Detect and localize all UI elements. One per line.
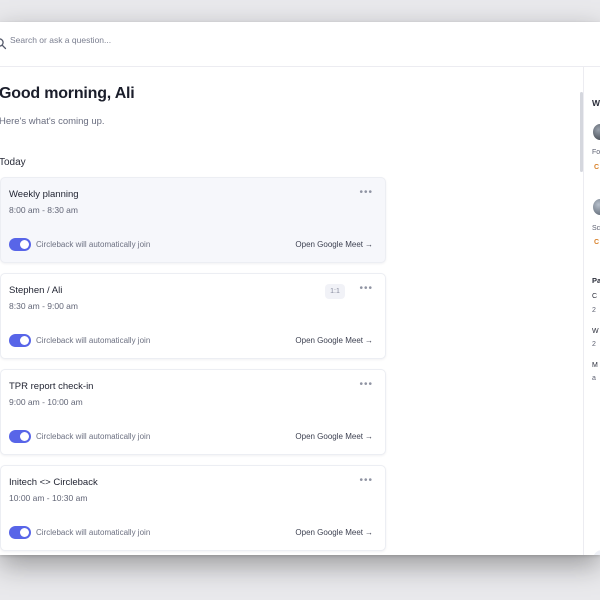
open-google-meet-link[interactable]: Open Google Meet →	[295, 528, 373, 537]
open-google-meet-link[interactable]: Open Google Meet →	[295, 432, 373, 441]
auto-join-label: Circleback will automatically join	[36, 528, 151, 537]
meeting-card[interactable]: Weekly planning 8:00 am - 8:30 am ••• Ci…	[0, 177, 386, 263]
more-options-icon[interactable]: •••	[359, 379, 373, 390]
past-meeting-title[interactable]: C	[592, 293, 597, 300]
open-google-meet-link[interactable]: Open Google Meet →	[295, 240, 373, 249]
avatar	[593, 199, 600, 215]
auto-join-label: Circleback will automatically join	[36, 432, 151, 441]
arrow-right-icon: →	[365, 336, 373, 345]
auto-join-toggle[interactable]	[9, 334, 31, 347]
auto-join-label: Circleback will automatically join	[36, 240, 151, 249]
right-panel: W Fo C Sc C Pa C 2 W 2 M a	[584, 67, 600, 555]
recap-item-tag: C	[594, 239, 600, 246]
more-options-icon[interactable]: •••	[359, 187, 373, 198]
toggle-knob	[20, 336, 29, 345]
meeting-title: Weekly planning	[9, 189, 79, 200]
past-meeting-title[interactable]: W	[592, 328, 599, 335]
page-title: Good morning, Ali	[0, 85, 135, 102]
meeting-title: Initech <> Circleback	[9, 477, 98, 488]
toggle-knob	[20, 240, 29, 249]
chat-button[interactable]	[593, 550, 600, 555]
right-panel-heading: W	[592, 98, 600, 108]
meeting-time: 9:00 am - 10:00 am	[9, 397, 83, 407]
meeting-title: Stephen / Ali	[9, 285, 63, 296]
arrow-right-icon: →	[365, 528, 373, 537]
past-meeting-sub: a	[592, 375, 596, 382]
page-subtitle: Here's what's coming up.	[0, 116, 105, 127]
meet-link-label: Open Google Meet	[295, 240, 363, 249]
meet-link-label: Open Google Meet	[295, 432, 363, 441]
auto-join-toggle[interactable]	[9, 526, 31, 539]
auto-join-toggle[interactable]	[9, 238, 31, 251]
section-heading-today: Today	[0, 157, 26, 168]
right-panel-section-heading: Pa	[592, 276, 600, 285]
more-options-icon[interactable]: •••	[359, 283, 373, 294]
meet-link-label: Open Google Meet	[295, 528, 363, 537]
toggle-knob	[20, 528, 29, 537]
search-input[interactable]	[10, 35, 310, 45]
recap-item-title[interactable]: Fo	[592, 149, 600, 156]
one-on-one-badge: 1:1	[325, 284, 345, 299]
meeting-title: TPR report check-in	[9, 381, 94, 392]
recap-item-tag: C	[594, 164, 600, 171]
toggle-knob	[20, 432, 29, 441]
past-meeting-title[interactable]: M	[592, 362, 598, 369]
auto-join-toggle[interactable]	[9, 430, 31, 443]
meeting-time: 8:00 am - 8:30 am	[9, 205, 78, 215]
meeting-card[interactable]: Initech <> Circleback 10:00 am - 10:30 a…	[0, 465, 386, 551]
arrow-right-icon: →	[365, 432, 373, 441]
more-options-icon[interactable]: •••	[359, 475, 373, 486]
open-google-meet-link[interactable]: Open Google Meet →	[295, 336, 373, 345]
meeting-time: 8:30 am - 9:00 am	[9, 301, 78, 311]
search-bar[interactable]	[0, 22, 600, 67]
meeting-card[interactable]: Stephen / Ali 8:30 am - 9:00 am 1:1 ••• …	[0, 273, 386, 359]
past-meeting-sub: 2	[592, 341, 596, 348]
past-meeting-sub: 2	[592, 307, 596, 314]
auto-join-label: Circleback will automatically join	[36, 336, 151, 345]
avatar	[593, 124, 600, 140]
arrow-right-icon: →	[365, 240, 373, 249]
meeting-card[interactable]: TPR report check-in 9:00 am - 10:00 am •…	[0, 369, 386, 455]
main-content: Good morning, Ali Here's what's coming u…	[0, 67, 583, 555]
recap-item-title[interactable]: Sc	[592, 225, 600, 232]
meeting-time: 10:00 am - 10:30 am	[9, 493, 88, 503]
app-window: Good morning, Ali Here's what's coming u…	[0, 22, 600, 555]
search-icon	[0, 38, 7, 50]
meet-link-label: Open Google Meet	[295, 336, 363, 345]
